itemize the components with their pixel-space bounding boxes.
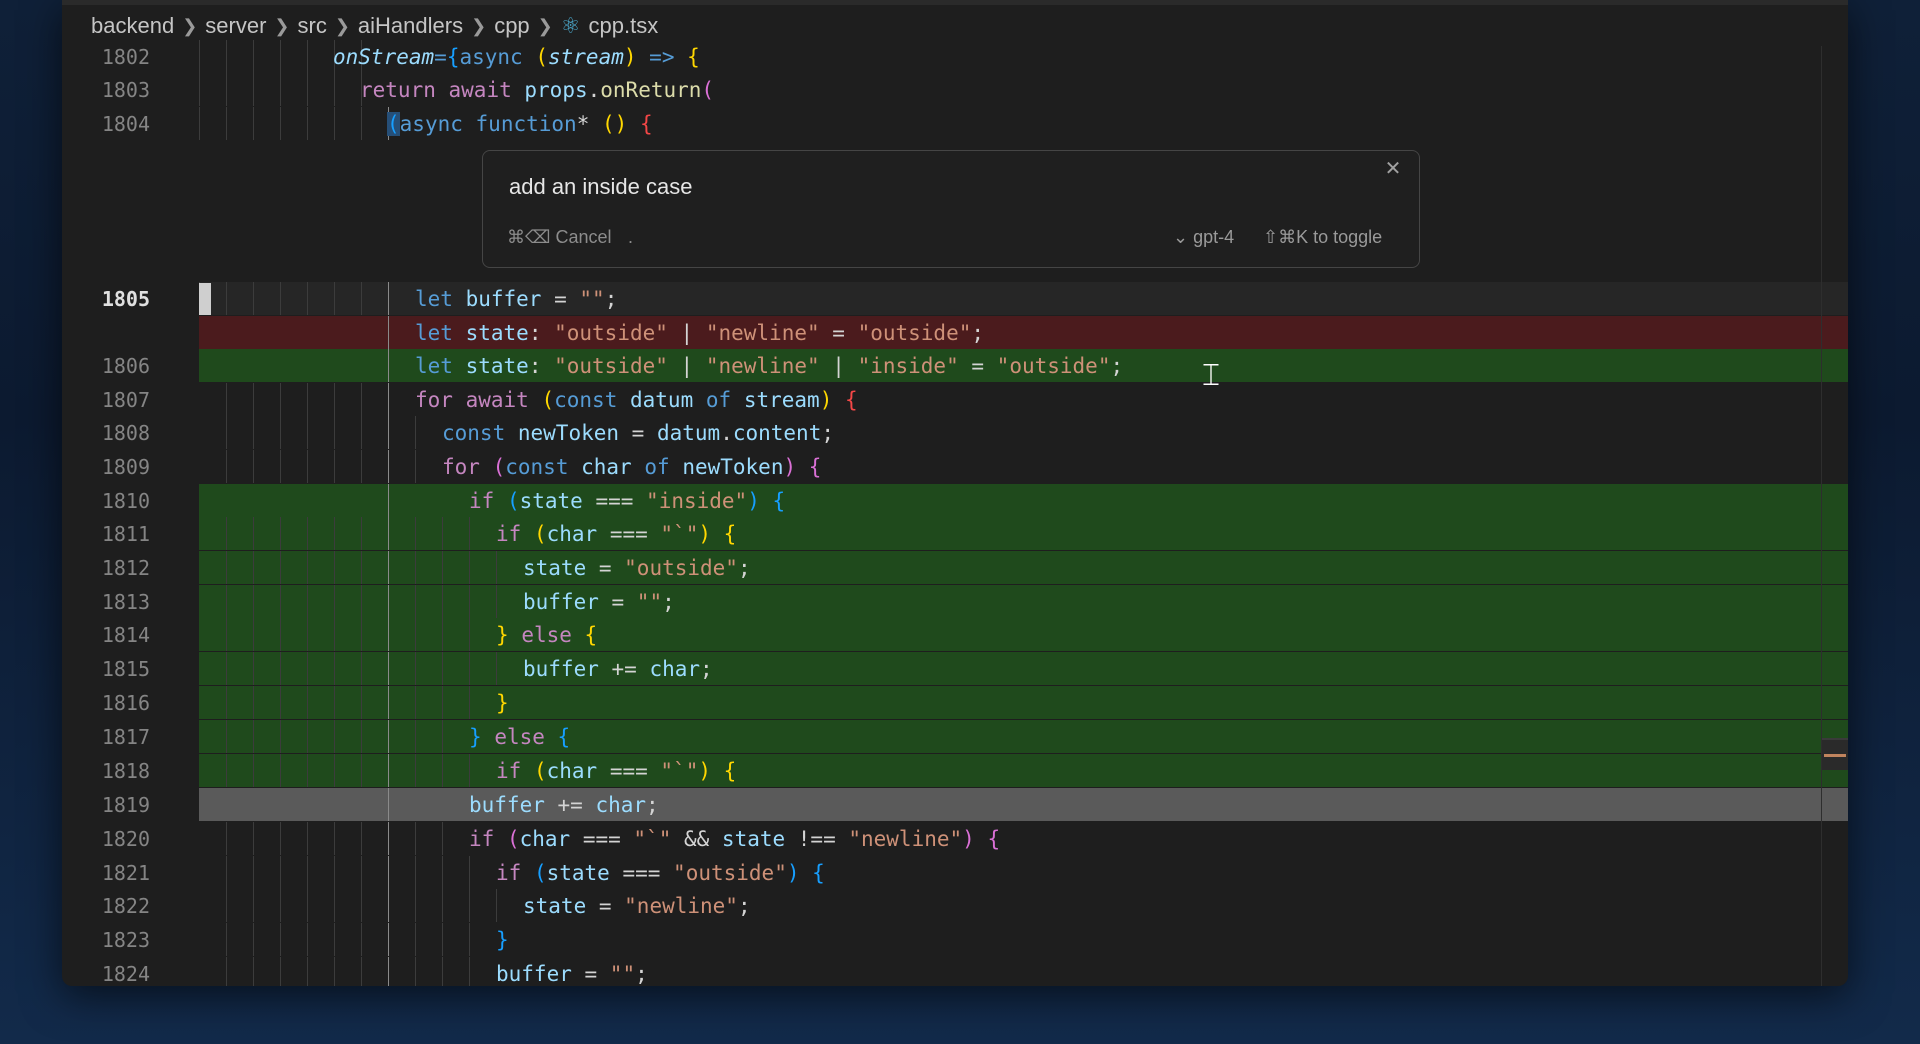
line-number: 1807	[101, 387, 150, 412]
code-line-added[interactable]: 1814 } else {	[62, 618, 1848, 651]
code-text: let buffer = "";	[415, 286, 618, 311]
code-line[interactable]: 1804 (async function* () {	[62, 107, 1848, 140]
code-text: } else {	[469, 724, 571, 749]
code-line[interactable]: 1824 buffer = "";	[62, 957, 1848, 986]
inline-prompt-widget: ✕ ⌘⌫ Cancel . ⌄ gpt-4 ⇧⌘K to toggle	[482, 150, 1420, 268]
code-line-added[interactable]: 1818 if (char === "`") {	[62, 754, 1848, 787]
close-icon[interactable]: ✕	[1381, 157, 1405, 181]
code-line[interactable]: 1807 for await (const datum of stream) {	[62, 383, 1848, 416]
code-line[interactable]: 1808 const newToken = datum.content;	[62, 416, 1848, 449]
code-text: } else {	[496, 622, 598, 647]
code-line-added[interactable]: 1806 let state: "outside" | "newline" | …	[62, 349, 1848, 382]
line-number: 1824	[101, 961, 150, 986]
code-line[interactable]: 1821 if (state === "outside") {	[62, 856, 1848, 889]
line-number: 1818	[101, 758, 150, 783]
code-text: state = "newline";	[523, 893, 751, 918]
code-text: for await (const datum of stream) {	[415, 387, 858, 412]
code-editor[interactable]: 1802 onStream={async (stream) => { 1803 …	[62, 0, 1848, 986]
line-number: 1821	[101, 860, 150, 885]
code-line-added[interactable]: 1810 if (state === "inside") {	[62, 484, 1848, 517]
code-text: }	[496, 690, 509, 715]
code-line[interactable]: 1805 let buffer = "";	[62, 282, 1848, 315]
status-dot: .	[628, 227, 634, 247]
line-number: 1803	[101, 77, 150, 102]
line-number: 1811	[101, 521, 150, 546]
line-number: 1815	[101, 656, 150, 681]
code-line[interactable]: 1820 if (char === "`" && state !== "newl…	[62, 822, 1848, 855]
line-number: 1804	[101, 111, 150, 136]
code-text: let state: "outside" | "newline" = "outs…	[415, 320, 985, 345]
code-line[interactable]: 1823 }	[62, 923, 1848, 956]
line-number: 1806	[101, 353, 150, 378]
code-text: onStream={async (stream) => {	[333, 44, 700, 69]
code-line[interactable]: 1809 for (const char of newToken) {	[62, 450, 1848, 483]
code-text: buffer += char;	[523, 656, 713, 681]
cancel-button[interactable]: ⌘⌫ Cancel	[507, 227, 611, 248]
code-text: if (char === "`") {	[496, 521, 737, 546]
code-line-added[interactable]: 1815 buffer += char;	[62, 652, 1848, 685]
line-number: 1816	[101, 690, 150, 715]
line-number: 1805	[101, 286, 150, 311]
code-line-added[interactable]: 1817 } else {	[62, 720, 1848, 753]
code-line-added[interactable]: 1813 buffer = "";	[62, 585, 1848, 618]
line-number: 1820	[101, 826, 150, 851]
line-number: 1810	[101, 488, 150, 513]
prompt-input[interactable]	[507, 169, 1371, 205]
code-text: if (state === "inside") {	[469, 488, 786, 513]
toggle-hint: ⇧⌘K to toggle	[1263, 227, 1383, 247]
code-text: buffer += char;	[469, 792, 659, 817]
code-line[interactable]: 1802 onStream={async (stream) => {	[62, 40, 1848, 73]
code-text: if (char === "`") {	[496, 758, 737, 783]
editor-window: backend ❯ server ❯ src ❯ aiHandlers ❯ cp…	[62, 0, 1848, 986]
code-text: let state: "outside" | "newline" | "insi…	[415, 353, 1124, 378]
code-text: state = "outside";	[523, 555, 751, 580]
code-line[interactable]: 1822 state = "newline";	[62, 889, 1848, 922]
code-text: buffer = "";	[523, 589, 675, 614]
code-text: for (const char of newToken) {	[442, 454, 822, 479]
text-cursor-icon: ⌶	[1202, 358, 1220, 393]
code-line[interactable]: 1803 return await props.onReturn(	[62, 73, 1848, 106]
line-number: 1822	[101, 893, 150, 918]
line-number: 1809	[101, 454, 150, 479]
line-number: 1823	[101, 927, 150, 952]
line-number: 1808	[101, 420, 150, 445]
code-text: buffer = "";	[496, 961, 648, 986]
code-line-removed[interactable]: let state: "outside" | "newline" = "outs…	[62, 316, 1848, 349]
code-text: const newToken = datum.content;	[442, 420, 835, 445]
code-text: (async function* () {	[387, 111, 653, 136]
cursor-gutter-marker	[199, 283, 211, 315]
code-line-added[interactable]: 1811 if (char === "`") {	[62, 517, 1848, 550]
code-line-selected[interactable]: 1819 buffer += char;	[62, 788, 1848, 821]
vertical-scrollbar[interactable]	[1821, 46, 1822, 986]
code-text: }	[496, 927, 509, 952]
code-text: if (char === "`" && state !== "newline")…	[469, 826, 1001, 851]
line-number: 1812	[101, 555, 150, 580]
code-line-added[interactable]: 1812 state = "outside";	[62, 551, 1848, 584]
code-text: if (state === "outside") {	[496, 860, 825, 885]
line-number: 1817	[101, 724, 150, 749]
line-number: 1802	[101, 44, 150, 69]
model-selector[interactable]: ⌄ gpt-4	[1173, 227, 1234, 248]
code-line-added[interactable]: 1816 }	[62, 686, 1848, 719]
overview-ruler-marker	[1822, 738, 1848, 770]
code-text: return await props.onReturn(	[360, 77, 715, 102]
line-number: 1814	[101, 622, 150, 647]
line-number: 1819	[101, 792, 150, 817]
line-number: 1813	[101, 589, 150, 614]
